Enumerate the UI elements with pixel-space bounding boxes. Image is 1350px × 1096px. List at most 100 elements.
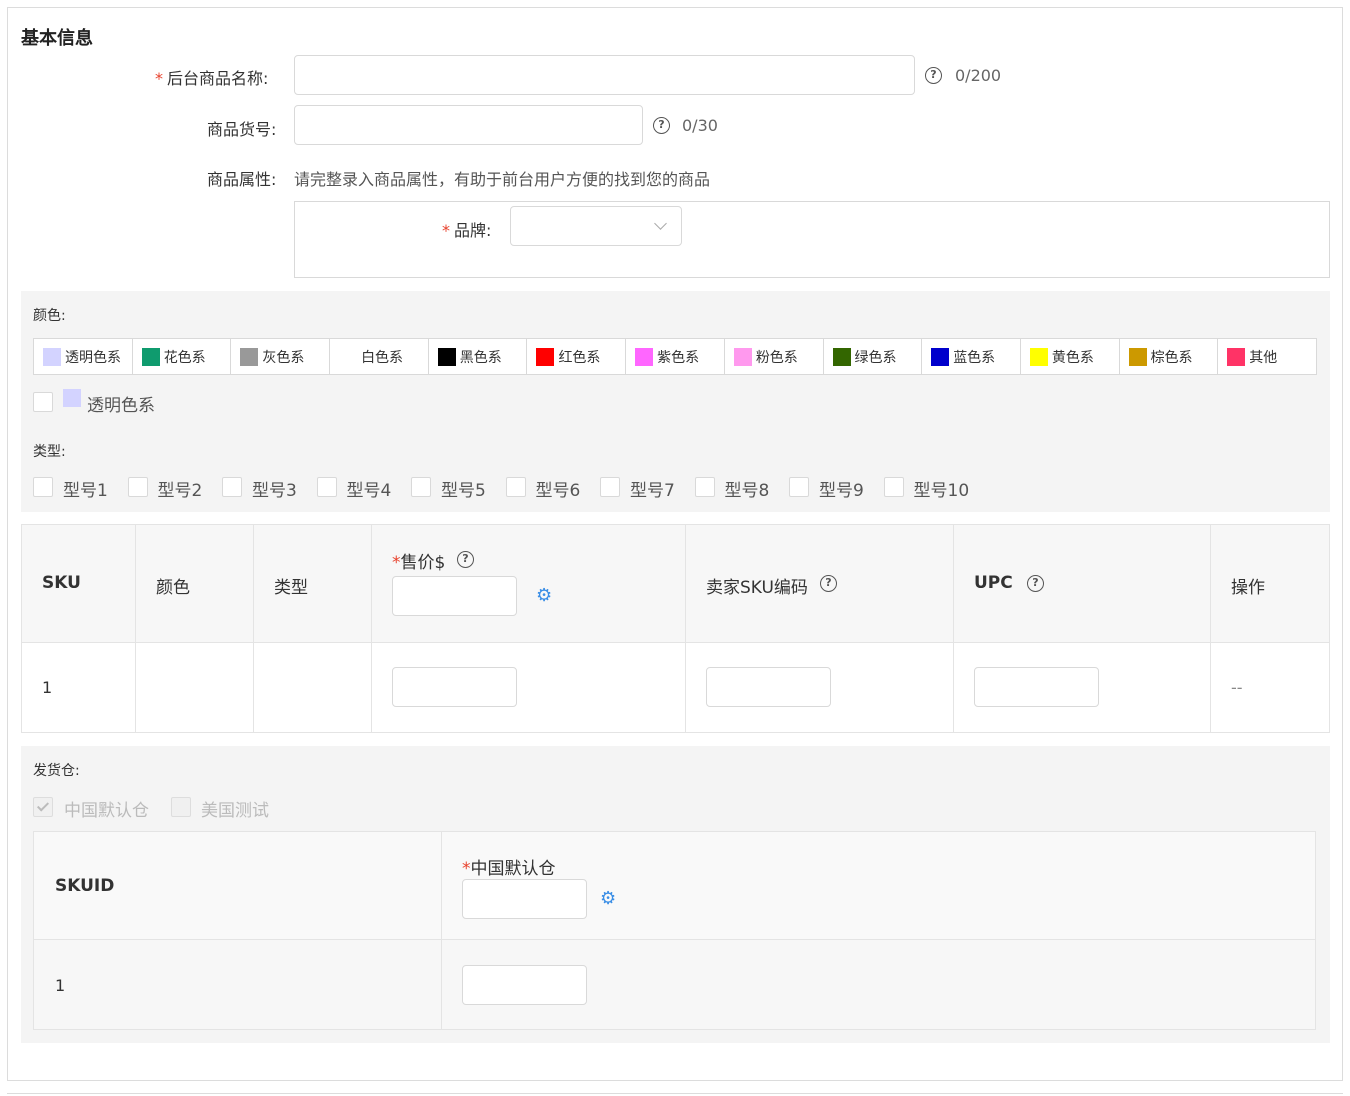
stock-input[interactable]	[462, 965, 587, 1005]
price-input[interactable]	[392, 667, 517, 707]
color-tab[interactable]: 黄色系	[1021, 339, 1120, 374]
color-tab-label: 黄色系	[1051, 349, 1094, 366]
table-cell-action: --	[1231, 678, 1243, 697]
type-option-label: 型号1	[63, 481, 108, 501]
help-icon[interactable]: ?	[457, 551, 474, 568]
warehouse-option-cn: 中国默认仓	[64, 801, 149, 821]
color-tab[interactable]: 棕色系	[1120, 339, 1219, 374]
table-cell-upc	[954, 642, 1211, 733]
brand-label: * 品牌:	[442, 221, 492, 240]
type-checkbox[interactable]	[222, 477, 242, 497]
color-tab-label: 白色系	[361, 349, 404, 366]
color-tab-label: 绿色系	[854, 349, 897, 366]
batch-stock-input[interactable]	[462, 879, 587, 919]
type-option-label: 型号4	[346, 481, 392, 501]
color-tab[interactable]: 绿色系	[824, 339, 923, 374]
color-swatch	[832, 347, 851, 366]
color-tab-label: 花色系	[163, 349, 206, 366]
color-tab[interactable]: 黑色系	[429, 339, 528, 374]
product-name-input[interactable]	[294, 55, 915, 95]
product-attr-label: 商品属性:	[207, 170, 277, 189]
sku-table: SKU 颜色 类型 *售价$ ? ⚙ 卖家SKU编码 ? UPC ? 操作 1 …	[21, 524, 1330, 733]
type-checkbox[interactable]	[411, 477, 431, 497]
color-tab-label: 黑色系	[459, 349, 502, 366]
help-icon[interactable]: ?	[653, 117, 670, 134]
column-header-upc: UPC ?	[954, 525, 1211, 642]
brand-select[interactable]	[510, 206, 682, 246]
color-swatch	[141, 347, 160, 366]
batch-price-input[interactable]	[392, 576, 517, 616]
color-swatch	[240, 347, 259, 366]
color-tab[interactable]: 其他	[1218, 339, 1316, 374]
color-tab-label: 蓝色系	[953, 349, 996, 366]
color-tab-label: 棕色系	[1150, 349, 1193, 366]
warehouse-option-us: 美国测试	[201, 801, 269, 821]
column-header-sku: SKU	[22, 525, 136, 642]
color-swatch	[1128, 347, 1147, 366]
help-icon[interactable]: ?	[1027, 575, 1044, 592]
color-swatch	[63, 389, 81, 407]
product-code-label: 商品货号:	[207, 120, 277, 139]
upc-input[interactable]	[974, 667, 1099, 707]
color-tab[interactable]: 透明色系	[34, 339, 133, 374]
color-swatch	[1227, 347, 1246, 366]
color-swatch	[437, 347, 456, 366]
warehouse-checkbox-us[interactable]	[171, 797, 191, 817]
type-checkbox[interactable]	[600, 477, 620, 497]
color-tab[interactable]: 花色系	[133, 339, 232, 374]
color-swatch	[536, 347, 555, 366]
column-header-action: 操作	[1211, 525, 1329, 642]
gear-icon[interactable]: ⚙	[600, 890, 618, 908]
type-checkbox[interactable]	[694, 477, 715, 497]
table-cell-price	[372, 642, 686, 733]
type-option-label: 型号7	[630, 481, 675, 501]
table-cell-type	[254, 642, 372, 733]
type-option-label: 型号3	[252, 481, 297, 501]
color-tab[interactable]: 灰色系	[231, 339, 331, 374]
color-tab-label: 红色系	[558, 349, 601, 366]
type-checkbox[interactable]	[883, 477, 904, 497]
product-name-counter: 0/200	[955, 66, 1002, 85]
table-cell-seller-sku	[686, 642, 954, 733]
type-checkbox[interactable]	[316, 477, 337, 497]
color-tab[interactable]: 白色系	[330, 339, 429, 374]
color-swatch	[43, 347, 61, 366]
warehouse-checkbox-cn[interactable]	[33, 797, 53, 817]
type-option-label: 型号5	[441, 481, 486, 501]
column-header-warehouse: *中国默认仓 ⚙	[442, 832, 1315, 939]
column-header-color: 颜色	[136, 525, 254, 642]
column-header-price: *售价$ ? ⚙	[372, 525, 686, 642]
color-tabs: 透明色系 花色系 灰色系 白色系 黑色系 红色系 紫色系 粉色系 绿色系 蓝色系 黄色系 棕色系 其他	[33, 338, 1317, 375]
help-icon[interactable]: ?	[925, 67, 942, 84]
color-tab[interactable]: 粉色系	[725, 339, 824, 374]
color-checkbox[interactable]	[33, 392, 53, 412]
table-cell-sku: 1	[22, 642, 136, 733]
help-icon[interactable]: ?	[820, 575, 837, 592]
type-checkbox[interactable]	[505, 477, 526, 497]
check-icon	[36, 799, 50, 812]
column-header-seller-sku: 卖家SKU编码 ?	[686, 525, 954, 642]
color-tab-label: 紫色系	[657, 349, 700, 366]
color-tab-label: 其他	[1249, 349, 1278, 366]
color-tab[interactable]: 蓝色系	[922, 339, 1021, 374]
table-cell-skuid: 1	[34, 940, 442, 1029]
variant-panel	[21, 291, 1330, 512]
color-tab[interactable]: 紫色系	[626, 339, 725, 374]
color-swatch	[733, 347, 752, 366]
type-option-label: 型号8	[724, 481, 770, 501]
color-swatch	[1029, 347, 1048, 366]
color-tab-label: 粉色系	[755, 349, 798, 366]
type-checkbox[interactable]	[789, 477, 809, 497]
type-checkbox[interactable]	[127, 477, 148, 497]
product-code-counter: 0/30	[682, 116, 718, 135]
gear-icon[interactable]: ⚙	[536, 587, 554, 605]
type-checkbox[interactable]	[33, 477, 53, 497]
seller-sku-input[interactable]	[706, 667, 831, 707]
color-tab[interactable]: 红色系	[527, 339, 627, 374]
product-code-input[interactable]	[294, 105, 643, 145]
color-tab-label: 灰色系	[262, 349, 305, 366]
product-attr-hint: 请完整录入商品属性，有助于前台用户方便的找到您的商品	[294, 170, 711, 189]
chevron-down-icon	[654, 217, 667, 230]
color-option-label: 透明色系	[87, 396, 155, 416]
color-tab-label: 透明色系	[65, 349, 121, 366]
